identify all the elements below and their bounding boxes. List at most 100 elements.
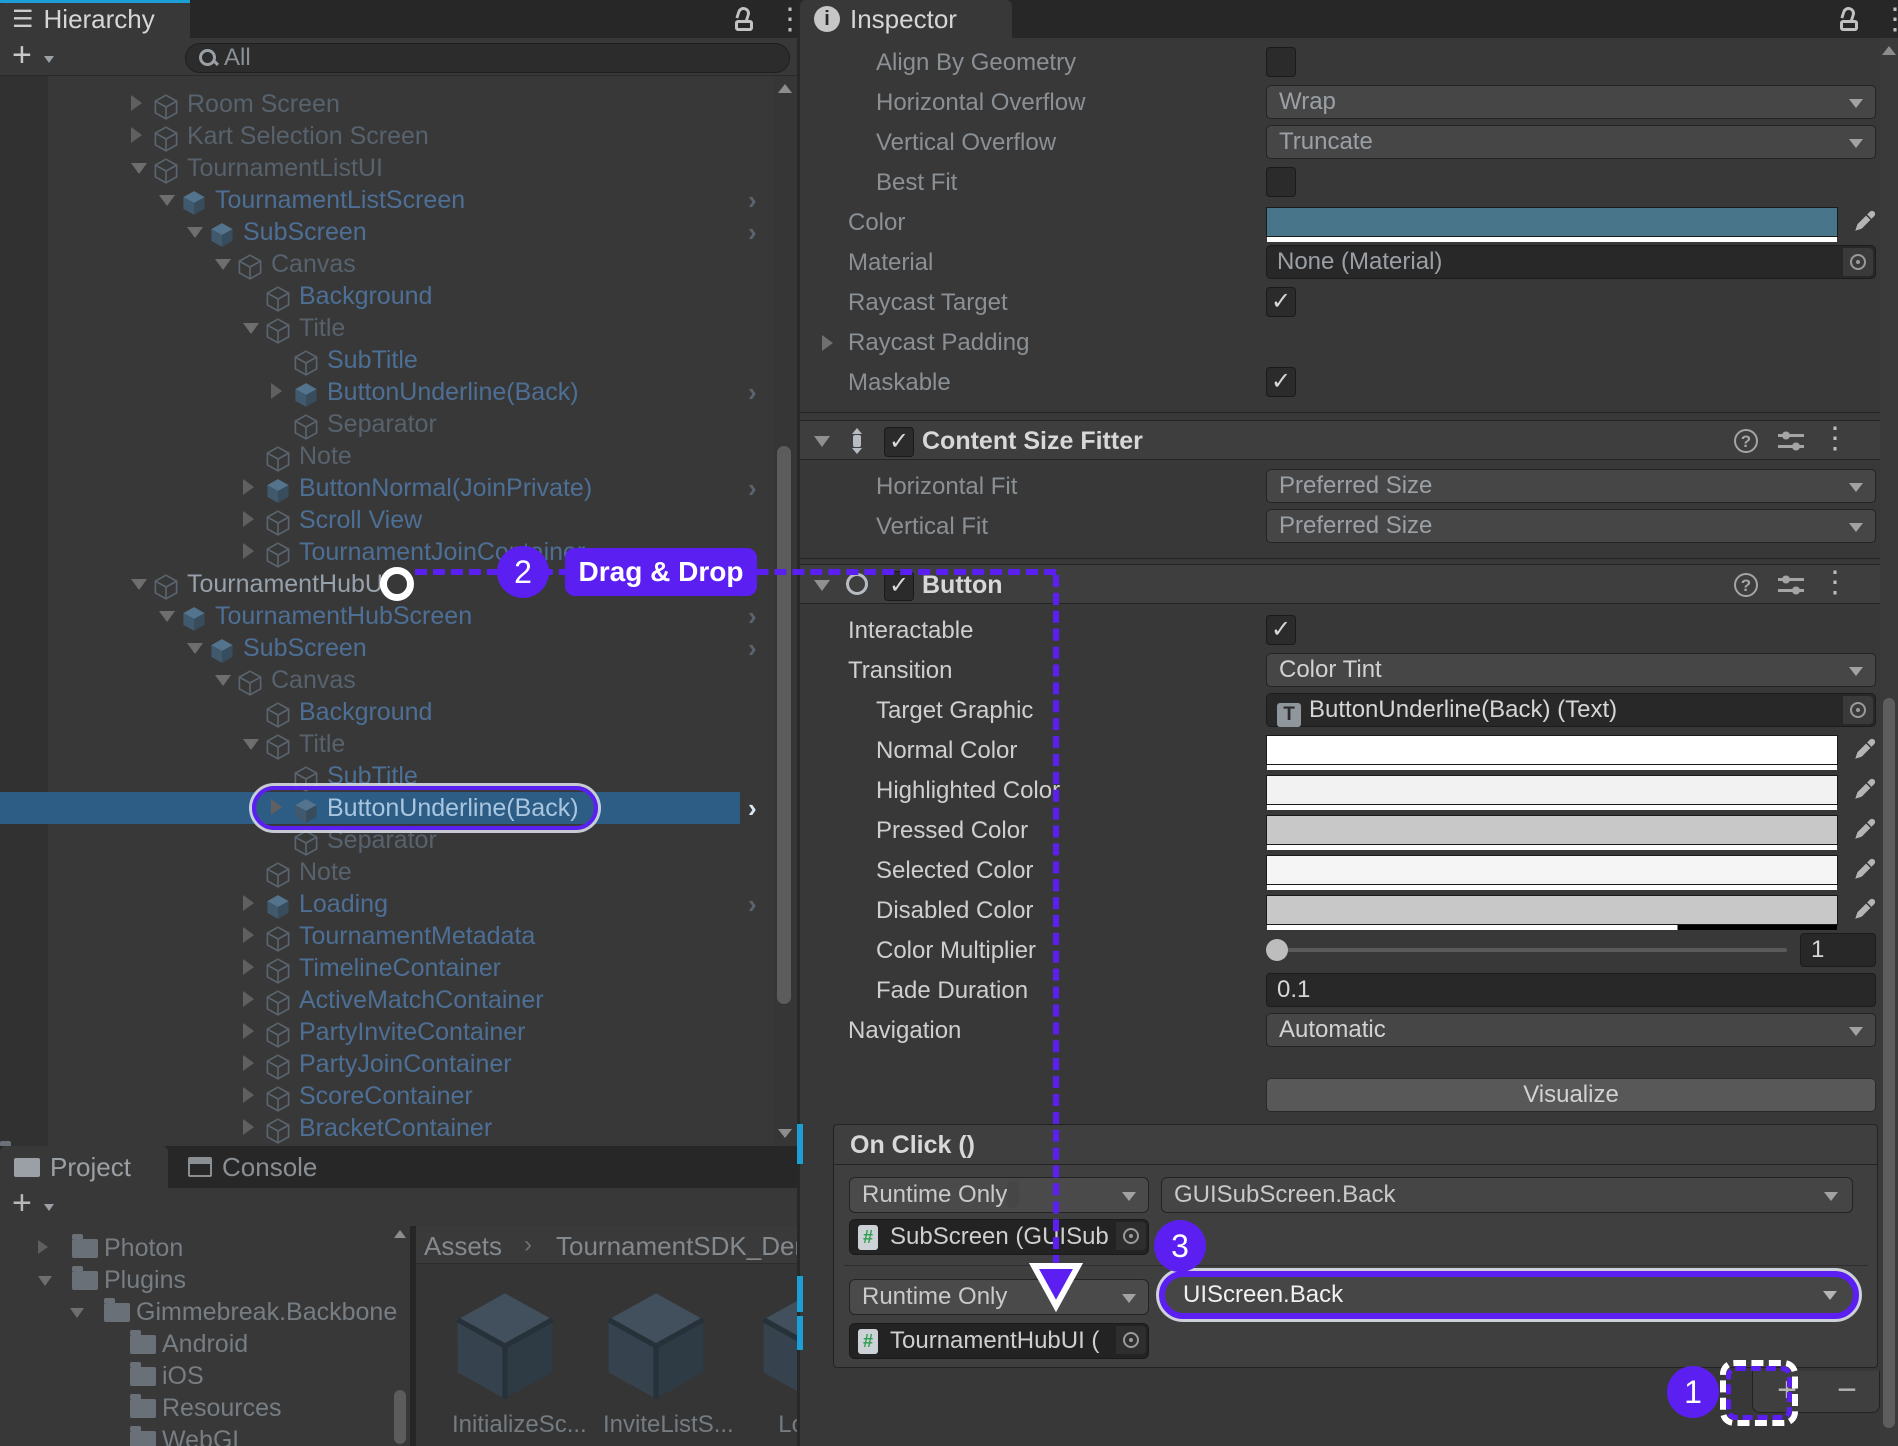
- event-function-dropdown-highlighted[interactable]: UIScreen.Back: [1159, 1271, 1859, 1319]
- asset-item-1[interactable]: InviteListS...: [603, 1288, 734, 1439]
- hierarchy-item-timelinecontainer[interactable]: TimelineContainer: [0, 952, 740, 984]
- preset-icon[interactable]: [1778, 431, 1804, 453]
- collapse-icon[interactable]: [243, 1055, 254, 1071]
- eyedropper-icon[interactable]: [1852, 816, 1878, 842]
- collapse-icon[interactable]: [243, 511, 254, 527]
- console-tab[interactable]: Console: [176, 1146, 366, 1188]
- prefab-open-chevron-icon[interactable]: ›: [748, 216, 757, 248]
- collapse-icon[interactable]: [243, 895, 254, 911]
- collapse-icon[interactable]: [243, 927, 254, 943]
- hierarchy-item-note[interactable]: Note: [0, 856, 740, 888]
- project-folder-gimmebreak-backbone[interactable]: Gimmebreak.Backbone: [0, 1296, 405, 1328]
- hierarchy-item-scroll-view[interactable]: Scroll View: [0, 504, 740, 536]
- prefab-open-chevron-icon[interactable]: ›: [748, 888, 757, 920]
- prefab-open-chevron-icon[interactable]: ›: [748, 184, 757, 216]
- hierarchy-item-scorecontainer[interactable]: ScoreContainer: [0, 1080, 740, 1112]
- object-picker-icon[interactable]: [1116, 1222, 1146, 1250]
- hierarchy-item-tournamenthubscreen[interactable]: TournamentHubScreen ›: [0, 600, 757, 632]
- create-caret-icon[interactable]: [44, 56, 54, 63]
- hierarchy-item-canvas[interactable]: Canvas: [0, 664, 740, 696]
- expand-icon[interactable]: [187, 643, 203, 654]
- object-field[interactable]: T ButtonUnderline(Back) (Text): [1266, 693, 1876, 727]
- event-mode-dropdown[interactable]: Runtime Only: [849, 1177, 1149, 1213]
- prefab-open-chevron-icon[interactable]: ›: [748, 376, 757, 408]
- collapse-icon[interactable]: [243, 479, 254, 495]
- preset-icon[interactable]: [1778, 575, 1804, 597]
- hierarchy-item-partyjoincontainer[interactable]: PartyJoinContainer: [0, 1048, 740, 1080]
- component-menu-icon[interactable]: ⋮: [1820, 568, 1850, 598]
- slider-value-field[interactable]: 1: [1800, 933, 1876, 967]
- expand-icon[interactable]: [187, 227, 203, 238]
- hierarchy-item-room-screen[interactable]: Room Screen: [0, 88, 740, 120]
- object-picker-icon[interactable]: [1843, 248, 1873, 276]
- object-field[interactable]: None (Material): [1266, 245, 1876, 279]
- hierarchy-item-buttonnormal-joinprivate-[interactable]: ButtonNormal(JoinPrivate) ›: [0, 472, 757, 504]
- prefab-open-chevron-icon[interactable]: ›: [748, 792, 757, 824]
- scroll-up-icon[interactable]: [1882, 46, 1896, 55]
- create-plus-button[interactable]: +: [12, 36, 32, 75]
- expand-icon[interactable]: [131, 579, 147, 590]
- collapse-icon[interactable]: [243, 1087, 254, 1103]
- color-swatch[interactable]: [1266, 815, 1838, 850]
- expand-icon[interactable]: [159, 611, 175, 622]
- expand-icon[interactable]: [243, 323, 259, 334]
- checkbox[interactable]: ✓: [1266, 367, 1296, 397]
- hierarchy-item-separator[interactable]: Separator: [0, 408, 740, 440]
- expand-icon[interactable]: [159, 195, 175, 206]
- visualize-button[interactable]: Visualize: [1266, 1078, 1876, 1112]
- hierarchy-item-tournamentlistscreen[interactable]: TournamentListScreen ›: [0, 184, 757, 216]
- dropdown[interactable]: Wrap: [1266, 85, 1876, 119]
- foldout-icon[interactable]: [814, 436, 830, 447]
- event-target-object-field[interactable]: # TournamentHubUI (: [849, 1323, 1149, 1359]
- color-swatch[interactable]: [1266, 895, 1838, 930]
- help-icon[interactable]: ?: [1734, 429, 1758, 453]
- color-swatch[interactable]: [1266, 207, 1838, 242]
- hierarchy-item-subscreen[interactable]: SubScreen ›: [0, 632, 757, 664]
- project-tab[interactable]: Project: [0, 1146, 168, 1188]
- collapse-icon[interactable]: [243, 1119, 254, 1135]
- collapse-icon[interactable]: [131, 95, 142, 111]
- foldout-icon[interactable]: [814, 580, 830, 591]
- collapse-icon[interactable]: [131, 127, 142, 143]
- dropdown[interactable]: Preferred Size: [1266, 509, 1876, 543]
- hierarchy-item-canvas[interactable]: Canvas: [0, 248, 740, 280]
- expand-icon[interactable]: [243, 739, 259, 750]
- project-folder-plugins[interactable]: Plugins: [0, 1264, 405, 1296]
- object-picker-icon[interactable]: [1116, 1326, 1146, 1354]
- color-swatch[interactable]: [1266, 735, 1838, 770]
- inspector-lock-icon[interactable]: [1840, 5, 1862, 31]
- help-icon[interactable]: ?: [1734, 573, 1758, 597]
- scroll-up-icon[interactable]: [778, 84, 792, 93]
- object-picker-icon[interactable]: [1843, 696, 1873, 724]
- foldout-icon[interactable]: [822, 335, 833, 351]
- scroll-up-icon[interactable]: [394, 1230, 406, 1238]
- component-enabled-checkbox[interactable]: ✓: [884, 427, 914, 457]
- collapse-icon[interactable]: [243, 991, 254, 1007]
- slider-handle[interactable]: [1266, 939, 1288, 961]
- hierarchy-item-loading[interactable]: Loading ›: [0, 888, 757, 920]
- hierarchy-lock-icon[interactable]: [735, 5, 757, 31]
- checkbox[interactable]: [1266, 47, 1296, 77]
- project-folder-resources[interactable]: Resources: [0, 1392, 405, 1424]
- project-plus-button[interactable]: +: [12, 1184, 32, 1223]
- color-swatch[interactable]: [1266, 775, 1838, 810]
- eyedropper-icon[interactable]: [1852, 856, 1878, 882]
- project-folder-android[interactable]: Android: [0, 1328, 405, 1360]
- project-tree-scrollbar[interactable]: [392, 1226, 410, 1446]
- inspector-tab[interactable]: i Inspector: [800, 0, 1012, 38]
- breadcrumb-root[interactable]: Assets: [424, 1231, 502, 1262]
- project-scroll-thumb[interactable]: [394, 1390, 406, 1444]
- hierarchy-item-subscreen[interactable]: SubScreen ›: [0, 216, 757, 248]
- collapse-icon[interactable]: [243, 959, 254, 975]
- expand-icon[interactable]: [131, 163, 147, 174]
- hierarchy-item-note[interactable]: Note: [0, 440, 740, 472]
- dropdown[interactable]: Color Tint: [1266, 653, 1876, 687]
- project-plus-caret-icon[interactable]: [44, 1204, 54, 1211]
- hierarchy-tab[interactable]: ☰ Hierarchy: [0, 0, 190, 38]
- hierarchy-scroll-thumb[interactable]: [777, 446, 791, 1004]
- collapse-icon[interactable]: [243, 543, 254, 559]
- content-size-fitter-header[interactable]: ✓ Content Size Fitter ? ⋮: [800, 420, 1880, 460]
- checkbox[interactable]: ✓: [1266, 615, 1296, 645]
- hierarchy-item-partyinvitecontainer[interactable]: PartyInviteContainer: [0, 1016, 740, 1048]
- eyedropper-icon[interactable]: [1852, 208, 1878, 234]
